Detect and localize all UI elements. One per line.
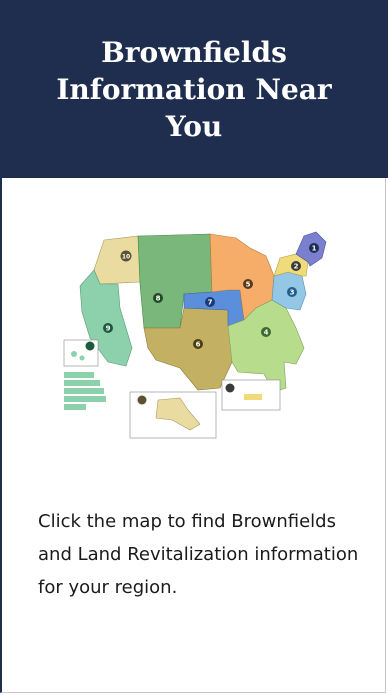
region-10-inset-marker[interactable] (137, 395, 147, 405)
region-4-label: 4 (264, 329, 269, 337)
puerto-rico-shape (244, 394, 262, 400)
card-title: Brownfields Information Near You (56, 35, 332, 143)
region-10-label: 10 (122, 254, 130, 261)
territory-legend-item (64, 372, 94, 378)
region-10-area[interactable] (93, 235, 141, 285)
region-6-label: 6 (196, 341, 201, 349)
region-9-label: 9 (106, 325, 111, 333)
region-5-label: 5 (246, 281, 251, 289)
card-header: Brownfields Information Near You (0, 0, 388, 178)
region-1-label: 1 (312, 245, 317, 253)
region-7-label: 7 (208, 299, 213, 307)
hawaii-island (71, 351, 77, 357)
territory-legend-item (64, 388, 104, 394)
region-8-label: 8 (156, 295, 161, 303)
territory-legend-item (64, 380, 100, 386)
region-2-inset-marker[interactable] (225, 383, 235, 393)
region-2-label: 2 (294, 263, 299, 271)
map-caption: Click the map to find Brownfields and La… (38, 511, 359, 598)
territory-legend-item (64, 396, 106, 402)
us-epa-regions-map-icon[interactable]: 1 2 3 4 5 6 7 8 9 10 (60, 228, 352, 442)
region-3-label: 3 (290, 289, 295, 297)
brownfields-card: Brownfields Information Near You 1 2 3 4… (0, 0, 388, 693)
territory-legend-item (64, 404, 86, 410)
hawaii-island (79, 355, 85, 361)
region-9-inset-marker[interactable] (85, 341, 95, 351)
epa-regions-map-link[interactable]: 1 2 3 4 5 6 7 8 9 10 (60, 228, 352, 442)
